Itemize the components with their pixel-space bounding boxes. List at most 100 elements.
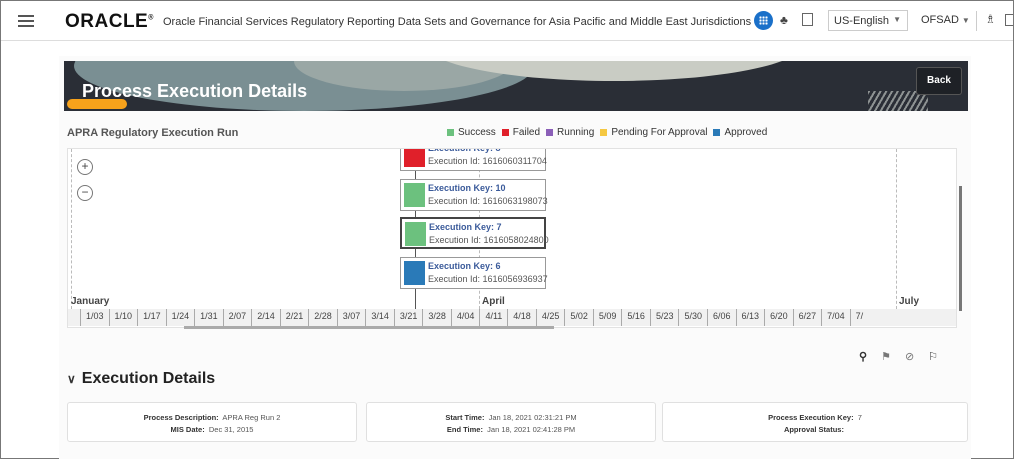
user-name: OFSAD (921, 14, 959, 26)
status-box (404, 261, 425, 285)
date-tick: 6/06 (707, 309, 736, 326)
execution-id: Execution Id: 1616058024800 (429, 235, 549, 245)
section-title: Execution Details (81, 370, 216, 387)
flag-icon[interactable]: ⚑ (881, 350, 891, 363)
execution-id: Execution Id: 1616056936937 (428, 274, 548, 284)
date-axis: 1/03 1/10 1/17 1/24 1/31 2/07 2/14 2/21 2/28 3/07… (68, 309, 956, 326)
execution-key: Execution Key: 7 (429, 222, 502, 232)
execution-timeline[interactable]: + − Execution Key: 8 Execution Id: 16160… (67, 148, 957, 328)
date-tick: 2/21 (279, 309, 309, 326)
date-tick: 4/25 (535, 309, 565, 326)
date-tick: 2/28 (308, 309, 337, 326)
date-tick: 7/04 (821, 309, 850, 326)
legend-label: Pending For Approval (611, 127, 708, 138)
person-icon[interactable]: ♗ (985, 12, 996, 26)
oracle-logo: ORACLE® (65, 11, 154, 32)
detail-value: APRA Reg Run 2 (222, 413, 281, 422)
date-tick: 5/23 (649, 309, 679, 326)
legend-item: Pending For Approval (600, 127, 707, 138)
page-title: Process Execution Details (82, 81, 308, 101)
chevron-down-icon: ▼ (893, 15, 901, 24)
legend-item: Success (447, 127, 496, 138)
date-tick: 5/30 (678, 309, 707, 326)
hamburger-menu-icon[interactable] (18, 15, 34, 27)
main-panel: Process Execution Details Back APRA Regu… (59, 56, 971, 459)
date-tick: 6/27 (792, 309, 822, 326)
chat-icon[interactable] (1005, 14, 1013, 26)
detail-value: Dec 31, 2015 (208, 425, 254, 434)
date-tick: 2/07 (222, 309, 252, 326)
detail-row: MIS Date: Dec 31, 2015 (170, 425, 254, 434)
execution-node-selected[interactable]: Execution Key: 7 Execution Id: 161605802… (400, 217, 549, 249)
top-bar: ORACLE® Oracle Financial Services Regula… (1, 1, 1013, 41)
execution-node[interactable]: Execution Key: 8 Execution Id: 161606031… (400, 148, 547, 171)
status-legend: Success Failed Running Pending For Appro… (447, 127, 767, 138)
legend-swatch (713, 129, 721, 136)
flag-outline-icon[interactable]: ⚐ (928, 350, 938, 363)
date-tick: 5/09 (592, 309, 622, 326)
detail-label: Process Execution Key (768, 413, 852, 422)
language-select[interactable]: US-English ▼ (828, 10, 908, 31)
date-tick: 6/13 (735, 309, 765, 326)
detail-label: Start Time (445, 413, 482, 422)
detail-row: Process Execution Key: 7 (768, 413, 862, 422)
logo-text: ORACLE (65, 11, 149, 32)
details-card: Process Execution Key: 7 Approval Status… (662, 402, 968, 442)
document-icon[interactable] (802, 13, 813, 26)
execution-node[interactable]: Execution Key: 10 Execution Id: 16160631… (400, 179, 548, 211)
timeline-toolbar: ⚲ ⚑ ⊘ ⚐ (859, 350, 938, 363)
zoom-out-button[interactable]: − (77, 185, 93, 201)
back-button[interactable]: Back (916, 67, 962, 95)
legend-swatch (447, 129, 454, 136)
month-gridline (71, 149, 72, 309)
legend-swatch (546, 129, 554, 136)
details-card: Start Time: Jan 18, 2021 02:31:21 PM End… (366, 402, 656, 442)
run-title: APRA Regulatory Execution Run (67, 127, 239, 139)
check-circle-icon[interactable]: ⊘ (905, 350, 914, 363)
horizontal-scrollbar[interactable] (184, 326, 554, 329)
legend-label: Running (557, 127, 595, 138)
status-box (404, 149, 425, 167)
month-label: January (71, 296, 110, 307)
execution-key: Execution Key: 8 (428, 148, 501, 153)
date-tick: 6/20 (764, 309, 793, 326)
user-menu[interactable]: OFSAD ▼ (917, 10, 974, 30)
date-tick: 1/03 (80, 309, 109, 326)
vertical-scrollbar[interactable] (959, 186, 962, 311)
execution-node[interactable]: Execution Key: 6 Execution Id: 161605693… (400, 257, 548, 289)
legend-swatch (501, 129, 509, 136)
zoom-in-button[interactable]: + (77, 159, 93, 175)
legend-item: Failed (501, 127, 541, 138)
execution-key: Execution Key: 10 (428, 183, 506, 193)
date-tick: 1/17 (137, 309, 166, 326)
divider (976, 11, 977, 31)
date-tick: 5/02 (564, 309, 593, 326)
language-value: US-English (834, 15, 890, 27)
detail-row: End Time: Jan 18, 2021 02:41:28 PM (446, 425, 576, 434)
date-tick: 1/24 (165, 309, 195, 326)
legend-label: Failed (512, 127, 541, 138)
users-icon[interactable]: ♣ (780, 13, 788, 27)
date-tick: 3/28 (422, 309, 451, 326)
date-tick: 7/ (849, 309, 869, 326)
detail-value: Jan 18, 2021 02:31:21 PM (488, 413, 577, 422)
execution-id: Execution Id: 1616060311704 (428, 156, 547, 166)
app-title: Oracle Financial Services Regulatory Rep… (163, 16, 752, 28)
date-tick: 3/21 (393, 309, 423, 326)
legend-item: Approved (713, 127, 767, 138)
execution-details-header[interactable]: ∨ Execution Details (67, 370, 215, 388)
date-tick: 3/07 (336, 309, 366, 326)
detail-label: MIS Date (170, 425, 203, 434)
detail-row: Start Time: Jan 18, 2021 02:31:21 PM (445, 413, 577, 422)
apps-grid-icon[interactable] (754, 11, 773, 30)
details-card: Process Description: APRA Reg Run 2 MIS … (67, 402, 357, 442)
status-box (404, 183, 425, 207)
detail-value: Jan 18, 2021 02:41:28 PM (487, 425, 576, 434)
detail-label: Approval Status (783, 425, 842, 434)
legend-label: Approved (724, 127, 768, 138)
status-box (405, 222, 426, 246)
execution-key: Execution Key: 6 (428, 261, 501, 271)
binoculars-icon[interactable]: ⚲ (859, 350, 867, 363)
chevron-down-icon: ▼ (961, 16, 970, 25)
detail-label: Process Description (143, 413, 217, 422)
